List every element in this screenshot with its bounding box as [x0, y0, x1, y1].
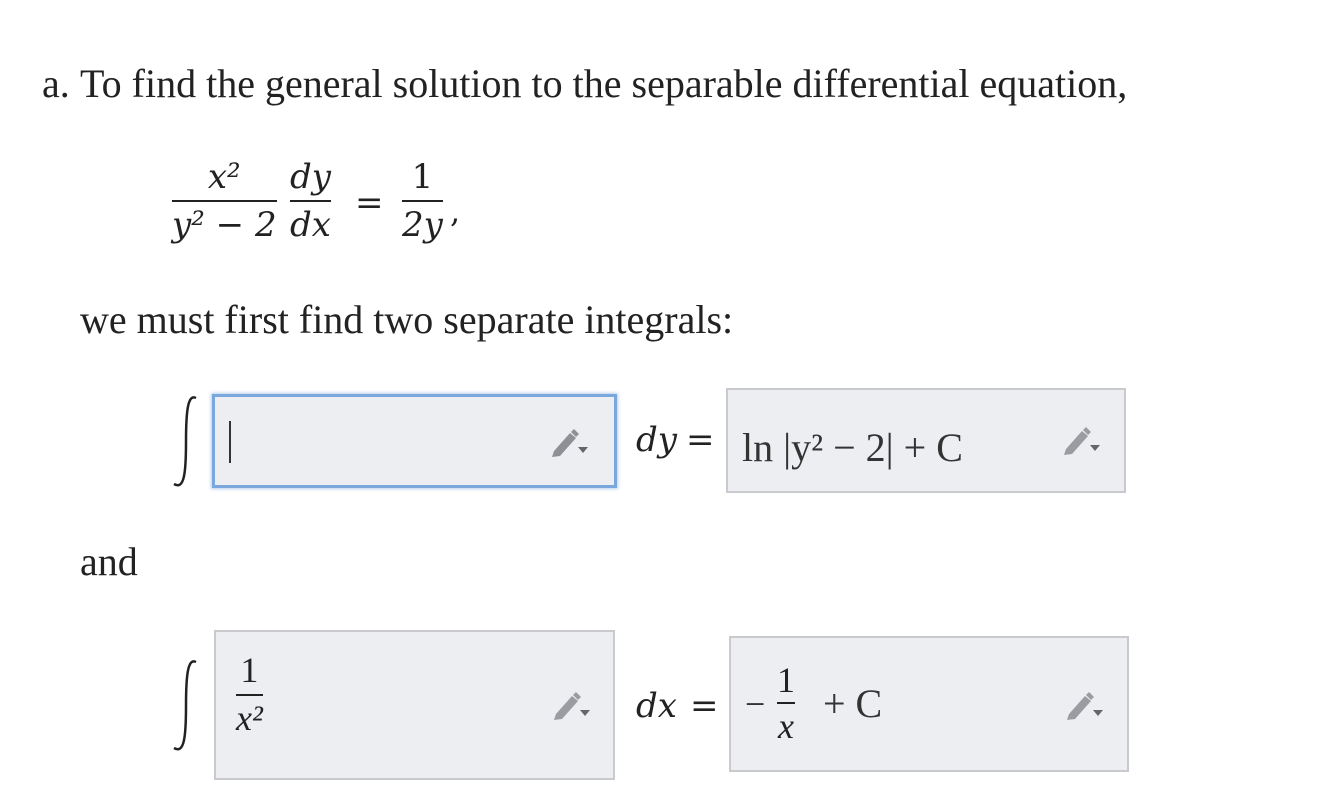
integral-sign-icon	[173, 660, 197, 751]
connector-text: and	[80, 539, 138, 584]
result-dx-numerator: 1	[777, 660, 795, 700]
pencil-icon	[554, 692, 581, 720]
caret-down-icon	[580, 710, 590, 716]
equation-rhs-numerator: 1	[411, 157, 434, 197]
result-dx-denominator: x	[778, 705, 794, 746]
caret-down-icon	[1090, 445, 1100, 451]
pencil-icon	[1067, 692, 1094, 720]
integrand-dx-denominator: x²	[236, 697, 263, 738]
differential-dx: dx	[636, 686, 677, 726]
integrand-input-dy[interactable]	[212, 394, 617, 488]
equation-rhs-denominator: 2y	[402, 205, 443, 245]
equation-equals: =	[355, 183, 384, 223]
equation-lhs-fraction: x² y² − 2	[172, 160, 277, 242]
caret-down-icon	[578, 447, 588, 453]
pencil-icon	[1064, 427, 1091, 455]
result-dx-fraction: 1 x	[777, 662, 795, 744]
instruction-text: we must first find two separate integral…	[80, 297, 734, 342]
caret-down-icon	[1093, 710, 1103, 716]
intro-text: To find the general solution to the sepa…	[80, 61, 1128, 106]
equation-lhs-denominator: y² − 2	[172, 205, 277, 245]
derivative-denominator: dx	[290, 205, 331, 245]
pencil-icon	[552, 429, 579, 457]
result-dy-value: ln |y² − 2| + C	[742, 425, 963, 470]
part-label: a.	[42, 61, 70, 106]
derivative-numerator: dy	[290, 157, 331, 197]
pencil-icon[interactable]	[548, 425, 592, 459]
integral-2-equals: =	[690, 686, 719, 726]
result-field-dx[interactable]: − 1 x + C	[729, 636, 1129, 772]
integrand-dx-fraction: 1 x²	[236, 652, 263, 736]
equation-lhs-numerator: x²	[207, 157, 241, 197]
integrand-dx-numerator: 1	[240, 650, 259, 690]
integral-sign-icon	[173, 396, 197, 487]
differential-dy: dy	[636, 420, 677, 460]
text-caret	[229, 421, 231, 463]
integral-1-equals: =	[686, 420, 715, 460]
pencil-icon[interactable]	[550, 688, 594, 722]
pencil-icon[interactable]	[1060, 423, 1104, 457]
equation-rhs-fraction: 1 2y	[402, 160, 443, 242]
pencil-icon[interactable]	[1063, 688, 1107, 722]
result-dx-tail: + C	[823, 681, 883, 726]
equation-trailing-comma: ,	[450, 192, 461, 230]
equation-derivative-fraction: dy dx	[290, 160, 331, 242]
result-field-dy[interactable]: ln |y² − 2| + C	[726, 388, 1126, 493]
integrand-input-dx[interactable]: 1 x²	[214, 630, 615, 780]
result-dx-sign: −	[745, 684, 766, 724]
